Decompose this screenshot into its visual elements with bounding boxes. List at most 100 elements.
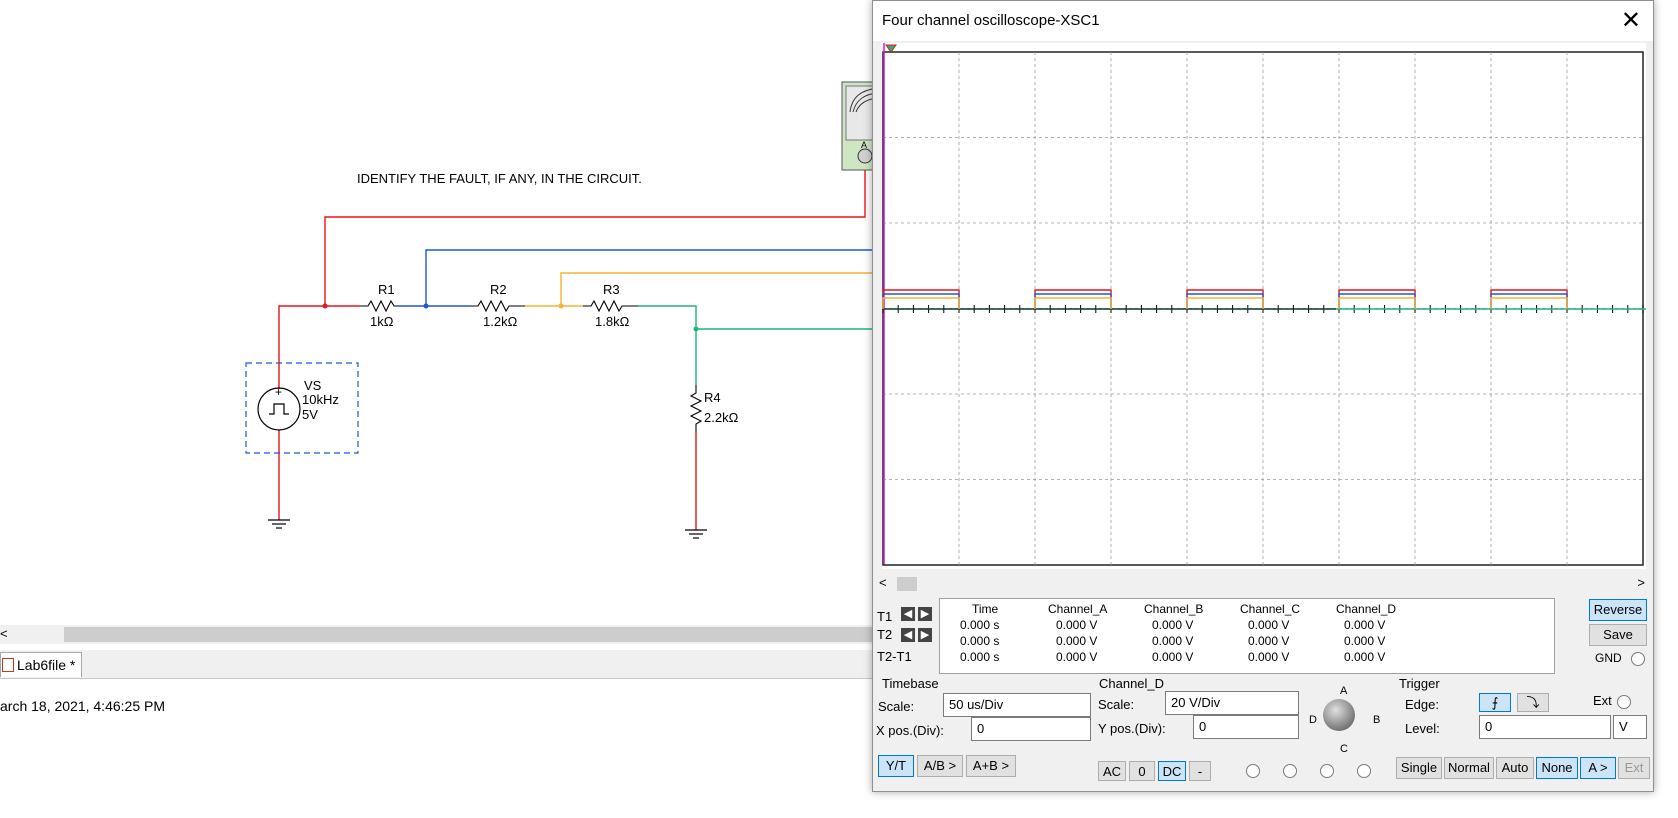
channel-c-radio[interactable] xyxy=(1320,764,1334,778)
trigger-single-button[interactable]: Single xyxy=(1396,757,1442,779)
gnd-radio[interactable] xyxy=(1631,652,1645,666)
workspace-horizontal-scrollbar[interactable]: < xyxy=(0,625,878,644)
r1-value: 1kΩ xyxy=(370,314,394,329)
coupling-zero-button[interactable]: 0 xyxy=(1129,761,1155,781)
trigger-ext-button[interactable]: Ext xyxy=(1618,757,1650,779)
trigger-a-button[interactable]: A > xyxy=(1580,757,1616,779)
t1-right-arrow-icon[interactable]: ▶ xyxy=(918,607,932,621)
r2-name: R2 xyxy=(490,282,507,297)
readout-cell: 0.000 V xyxy=(1248,618,1290,632)
tab-lab6file[interactable]: Lab6file * xyxy=(0,652,82,677)
t1-label: T1 xyxy=(877,609,893,624)
trigger-level-field[interactable]: 0 xyxy=(1479,715,1611,739)
readout-header-time: Time xyxy=(972,602,999,616)
channel-scale-field[interactable]: 20 V/Div xyxy=(1165,691,1299,715)
channel-scale-label: Scale: xyxy=(1098,697,1135,712)
edge-label: Edge: xyxy=(1405,697,1439,712)
scrollbar-thumb[interactable] xyxy=(64,627,878,642)
readout-cell: 0.000 V xyxy=(1344,634,1386,648)
channel-title: Channel_D xyxy=(1099,676,1165,691)
readout-cell: 0.000 V xyxy=(1152,618,1194,632)
t2-left-arrow-icon[interactable]: ◀ xyxy=(901,628,915,642)
knob-label-c: C xyxy=(1340,743,1348,755)
rising-edge-icon[interactable]: ⨍ xyxy=(1479,693,1511,712)
oscilloscope-titlebar[interactable]: Four channel oscilloscope-XSC1 ✕ xyxy=(873,1,1653,41)
ext-trigger-label: Ext xyxy=(1593,693,1612,708)
channel-d-radio[interactable] xyxy=(1357,764,1371,778)
t2-label: T2 xyxy=(877,627,893,642)
resistor-r4 xyxy=(689,385,703,432)
y-position-field[interactable]: 0 xyxy=(1193,715,1299,739)
scope-display xyxy=(882,43,1646,569)
trigger-auto-button[interactable]: Auto xyxy=(1496,757,1534,779)
r1-name: R1 xyxy=(378,282,395,297)
save-button[interactable]: Save xyxy=(1589,624,1647,646)
knob-label-a: A xyxy=(1340,685,1348,697)
document-tab-strip: Lab6file * xyxy=(0,650,878,679)
gnd-label: GND xyxy=(1595,651,1622,665)
scroll-left-arrow[interactable]: < xyxy=(0,626,8,641)
ground-symbol-2 xyxy=(685,529,707,539)
readout-cell: 0.000 V xyxy=(1152,634,1194,648)
source-frequency: 10kHz xyxy=(302,392,339,407)
readout-cell: 0.000 V xyxy=(1152,650,1194,664)
r4-value: 2.2kΩ xyxy=(704,410,739,425)
r3-value: 1.8kΩ xyxy=(595,314,630,329)
mode-ab-button[interactable]: A/B > xyxy=(917,755,963,777)
level-label: Level: xyxy=(1405,721,1440,736)
channel-selector-knob[interactable] xyxy=(1323,699,1355,731)
channel-a-radio[interactable] xyxy=(1246,764,1260,778)
readout-cell: 0.000 V xyxy=(1248,634,1290,648)
readout-header-channel-b: Channel_B xyxy=(1144,602,1204,616)
x-position-label: X pos.(Div): xyxy=(876,723,944,738)
r4-name: R4 xyxy=(704,390,721,405)
tab-label: Lab6file * xyxy=(17,657,76,673)
coupling-invert-button[interactable]: - xyxy=(1189,761,1211,781)
falling-edge-icon[interactable]: ⤵ xyxy=(1517,693,1549,712)
scroll-left-arrow[interactable]: < xyxy=(879,575,887,590)
resistor-r3 xyxy=(583,299,638,313)
t2-t1-label: T2-T1 xyxy=(877,649,912,664)
wire-green xyxy=(638,305,878,330)
r3-name: R3 xyxy=(603,282,620,297)
mode-a-plus-b-button[interactable]: A+B > xyxy=(966,755,1016,777)
measurement-readout: Time Channel_A Channel_B Channel_C Chann… xyxy=(939,598,1555,674)
timebase-scale-field[interactable]: 50 us/Div xyxy=(943,693,1091,717)
document-icon xyxy=(2,658,14,672)
source-plus: + xyxy=(275,385,283,399)
readout-cell: 0.000 s xyxy=(960,650,1000,664)
ground-symbol-1 xyxy=(268,519,290,529)
timebase-scale-label: Scale: xyxy=(878,699,915,714)
wire-red-to-scope xyxy=(324,168,866,306)
readout-header-channel-a: Channel_A xyxy=(1048,602,1108,616)
knob-label-d: D xyxy=(1309,714,1317,726)
schematic-canvas xyxy=(245,81,878,539)
trigger-none-button[interactable]: None xyxy=(1536,757,1578,779)
trigger-normal-button[interactable]: Normal xyxy=(1444,757,1494,779)
readout-header-channel-c: Channel_C xyxy=(1240,602,1301,616)
readout-cell: 0.000 V xyxy=(1344,618,1386,632)
readout-cell: 0.000 s xyxy=(960,618,1000,632)
readout-cell: 0.000 V xyxy=(1056,618,1098,632)
display-scrollbar[interactable]: < > xyxy=(877,575,1649,593)
close-icon[interactable]: ✕ xyxy=(1621,6,1641,34)
display-scrollbar-thumb[interactable] xyxy=(897,577,917,591)
mode-yt-button[interactable]: Y/T xyxy=(878,755,914,777)
resistor-r1 xyxy=(360,299,398,313)
coupling-dc-button[interactable]: DC xyxy=(1158,761,1186,781)
trigger-level-unit[interactable]: V xyxy=(1613,715,1647,739)
t2-right-arrow-icon[interactable]: ▶ xyxy=(918,628,932,642)
scroll-right-arrow[interactable]: > xyxy=(1637,575,1645,590)
channel-b-radio[interactable] xyxy=(1283,764,1297,778)
readout-cell: 0.000 V xyxy=(1248,650,1290,664)
wire-red xyxy=(278,305,325,389)
coupling-ac-button[interactable]: AC xyxy=(1098,761,1126,781)
x-position-field[interactable]: 0 xyxy=(971,717,1091,741)
reverse-button[interactable]: Reverse xyxy=(1589,599,1647,621)
ext-trigger-radio[interactable] xyxy=(1617,695,1631,709)
window-title: Four channel oscilloscope-XSC1 xyxy=(882,12,1100,29)
readout-cell: 0.000 s xyxy=(960,634,1000,648)
y-position-label: Y pos.(Div): xyxy=(1098,721,1166,736)
readout-cell: 0.000 V xyxy=(1056,634,1098,648)
t1-left-arrow-icon[interactable]: ◀ xyxy=(901,607,915,621)
